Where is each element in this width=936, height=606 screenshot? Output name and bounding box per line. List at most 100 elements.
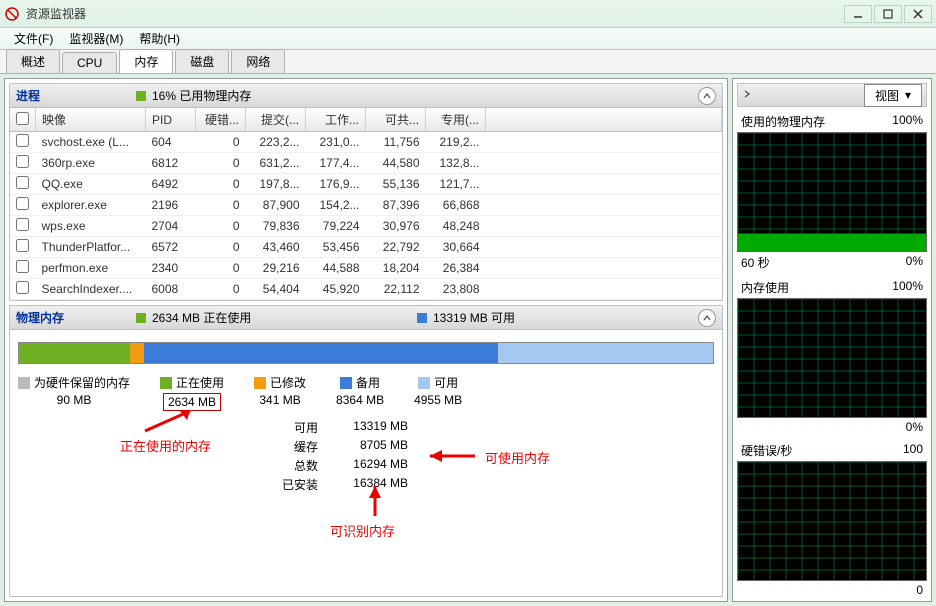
cell-hard: 0 xyxy=(196,153,246,174)
cell-image: QQ.exe xyxy=(36,174,146,195)
column-commit[interactable]: 提交(... xyxy=(246,108,306,132)
cell-commit: 631,2... xyxy=(246,153,306,174)
cell-private: 26,384 xyxy=(426,258,486,279)
cell-working: 231,0... xyxy=(306,132,366,153)
column-spacer xyxy=(486,108,722,132)
window-title: 资源监视器 xyxy=(26,5,844,22)
graph-max: 100 xyxy=(903,442,923,459)
cell-working: 79,224 xyxy=(306,216,366,237)
collapse-button[interactable] xyxy=(698,309,716,327)
collapse-button[interactable] xyxy=(742,88,752,102)
column-check[interactable] xyxy=(10,108,36,132)
graph-title: 硬错误/秒 xyxy=(741,442,792,459)
row-checkbox[interactable] xyxy=(16,281,29,294)
tab-disk[interactable]: 磁盘 xyxy=(175,49,229,73)
tab-overview[interactable]: 概述 xyxy=(6,49,60,73)
legend-swatch xyxy=(18,377,30,389)
row-checkbox[interactable] xyxy=(16,218,29,231)
row-checkbox[interactable] xyxy=(16,176,29,189)
cell-image: wps.exe xyxy=(36,216,146,237)
table-row[interactable]: ThunderPlatfor...6572043,46053,45622,792… xyxy=(10,237,722,258)
chart-panel: 视图▾ 使用的物理内存100% 60 秒0% 内存使用100% 0% 硬错误/秒… xyxy=(732,78,932,602)
physmem-header[interactable]: 物理内存 2634 MB 正在使用 13319 MB 可用 xyxy=(10,306,722,330)
close-button[interactable] xyxy=(904,5,932,23)
annotation-usable: 可使用内存 xyxy=(485,448,550,467)
cell-share: 22,112 xyxy=(366,279,426,300)
detail-value: 13319 MB xyxy=(328,419,408,436)
processes-header[interactable]: 进程 16% 已用物理内存 xyxy=(10,84,722,108)
cell-share: 22,792 xyxy=(366,237,426,258)
select-all-checkbox[interactable] xyxy=(16,112,29,125)
inuse-icon xyxy=(136,313,146,323)
row-checkbox[interactable] xyxy=(16,260,29,273)
table-row[interactable]: explorer.exe2196087,900154,2...87,39666,… xyxy=(10,195,722,216)
cell-image: ThunderPlatfor... xyxy=(36,237,146,258)
graph-bottom-right: 0 xyxy=(916,583,923,597)
table-row[interactable]: QQ.exe64920197,8...176,9...55,136121,7..… xyxy=(10,174,722,195)
row-checkbox[interactable] xyxy=(16,155,29,168)
menu-help[interactable]: 帮助(H) xyxy=(131,28,188,49)
column-working[interactable]: 工作... xyxy=(306,108,366,132)
table-row[interactable]: wps.exe2704079,83679,22430,97648,248 xyxy=(10,216,722,237)
graph-max: 100% xyxy=(892,113,923,130)
detail-label: 已安装 xyxy=(278,476,318,493)
legend-label: 正在使用 xyxy=(176,374,224,391)
cell-share: 11,756 xyxy=(366,132,426,153)
detail-value: 16294 MB xyxy=(328,457,408,474)
column-share[interactable]: 可共... xyxy=(366,108,426,132)
tab-cpu[interactable]: CPU xyxy=(62,52,117,73)
graph-bottom-left: 60 秒 xyxy=(741,254,770,271)
table-row[interactable]: SearchIndexer....6008054,40445,92022,112… xyxy=(10,279,722,300)
table-row[interactable]: perfmon.exe2340029,21644,58818,20426,384 xyxy=(10,258,722,279)
cell-working: 44,588 xyxy=(306,258,366,279)
row-checkbox[interactable] xyxy=(16,197,29,210)
tab-network[interactable]: 网络 xyxy=(231,49,285,73)
column-private[interactable]: 专用(... xyxy=(426,108,486,132)
cell-hard: 0 xyxy=(196,237,246,258)
legend-item: 可用 4955 MB xyxy=(414,374,462,411)
legend-swatch xyxy=(254,377,266,389)
graph-physmem xyxy=(737,132,927,252)
cell-hard: 0 xyxy=(196,258,246,279)
menu-monitor[interactable]: 监视器(M) xyxy=(61,28,131,49)
tab-memory[interactable]: 内存 xyxy=(119,49,173,73)
section-title: 进程 xyxy=(16,87,136,104)
detail-value: 8705 MB xyxy=(328,438,408,455)
row-checkbox[interactable] xyxy=(16,134,29,147)
graph-bottom-right: 0% xyxy=(906,254,923,271)
cell-commit: 43,460 xyxy=(246,237,306,258)
graph-max: 100% xyxy=(892,279,923,296)
annotation-inuse: 正在使用的内存 xyxy=(120,436,211,455)
arrow-icon xyxy=(420,446,480,466)
title-bar: 资源监视器 xyxy=(0,0,936,28)
graph-fill xyxy=(738,133,926,251)
bar-inuse xyxy=(19,343,130,363)
menu-file[interactable]: 文件(F) xyxy=(6,28,61,49)
legend-label: 可用 xyxy=(434,374,458,391)
column-image[interactable]: 映像 xyxy=(36,108,146,132)
graph-memuse xyxy=(737,298,927,418)
view-dropdown[interactable]: 视图▾ xyxy=(864,84,922,107)
bar-free xyxy=(498,343,713,363)
cell-private: 48,248 xyxy=(426,216,486,237)
maximize-button[interactable] xyxy=(874,5,902,23)
annotation-recog: 可识别内存 xyxy=(330,521,395,540)
row-checkbox[interactable] xyxy=(16,239,29,252)
cell-commit: 197,8... xyxy=(246,174,306,195)
arrow-icon xyxy=(140,406,200,436)
cell-working: 177,4... xyxy=(306,153,366,174)
tab-bar: 概述 CPU 内存 磁盘 网络 xyxy=(0,50,936,74)
legend-value: 90 MB xyxy=(57,393,92,407)
column-pid[interactable]: PID xyxy=(146,108,196,132)
graph-bottom-right: 0% xyxy=(906,420,923,434)
column-hard[interactable]: 硬错... xyxy=(196,108,246,132)
bar-modified xyxy=(130,343,144,363)
collapse-button[interactable] xyxy=(698,87,716,105)
cell-commit: 54,404 xyxy=(246,279,306,300)
detail-label: 总数 xyxy=(278,457,318,474)
table-row[interactable]: svchost.exe (L...6040223,2...231,0...11,… xyxy=(10,132,722,153)
minimize-button[interactable] xyxy=(844,5,872,23)
legend-value: 4955 MB xyxy=(414,393,462,407)
table-row[interactable]: 360rp.exe68120631,2...177,4...44,580132,… xyxy=(10,153,722,174)
cell-pid: 604 xyxy=(146,132,196,153)
